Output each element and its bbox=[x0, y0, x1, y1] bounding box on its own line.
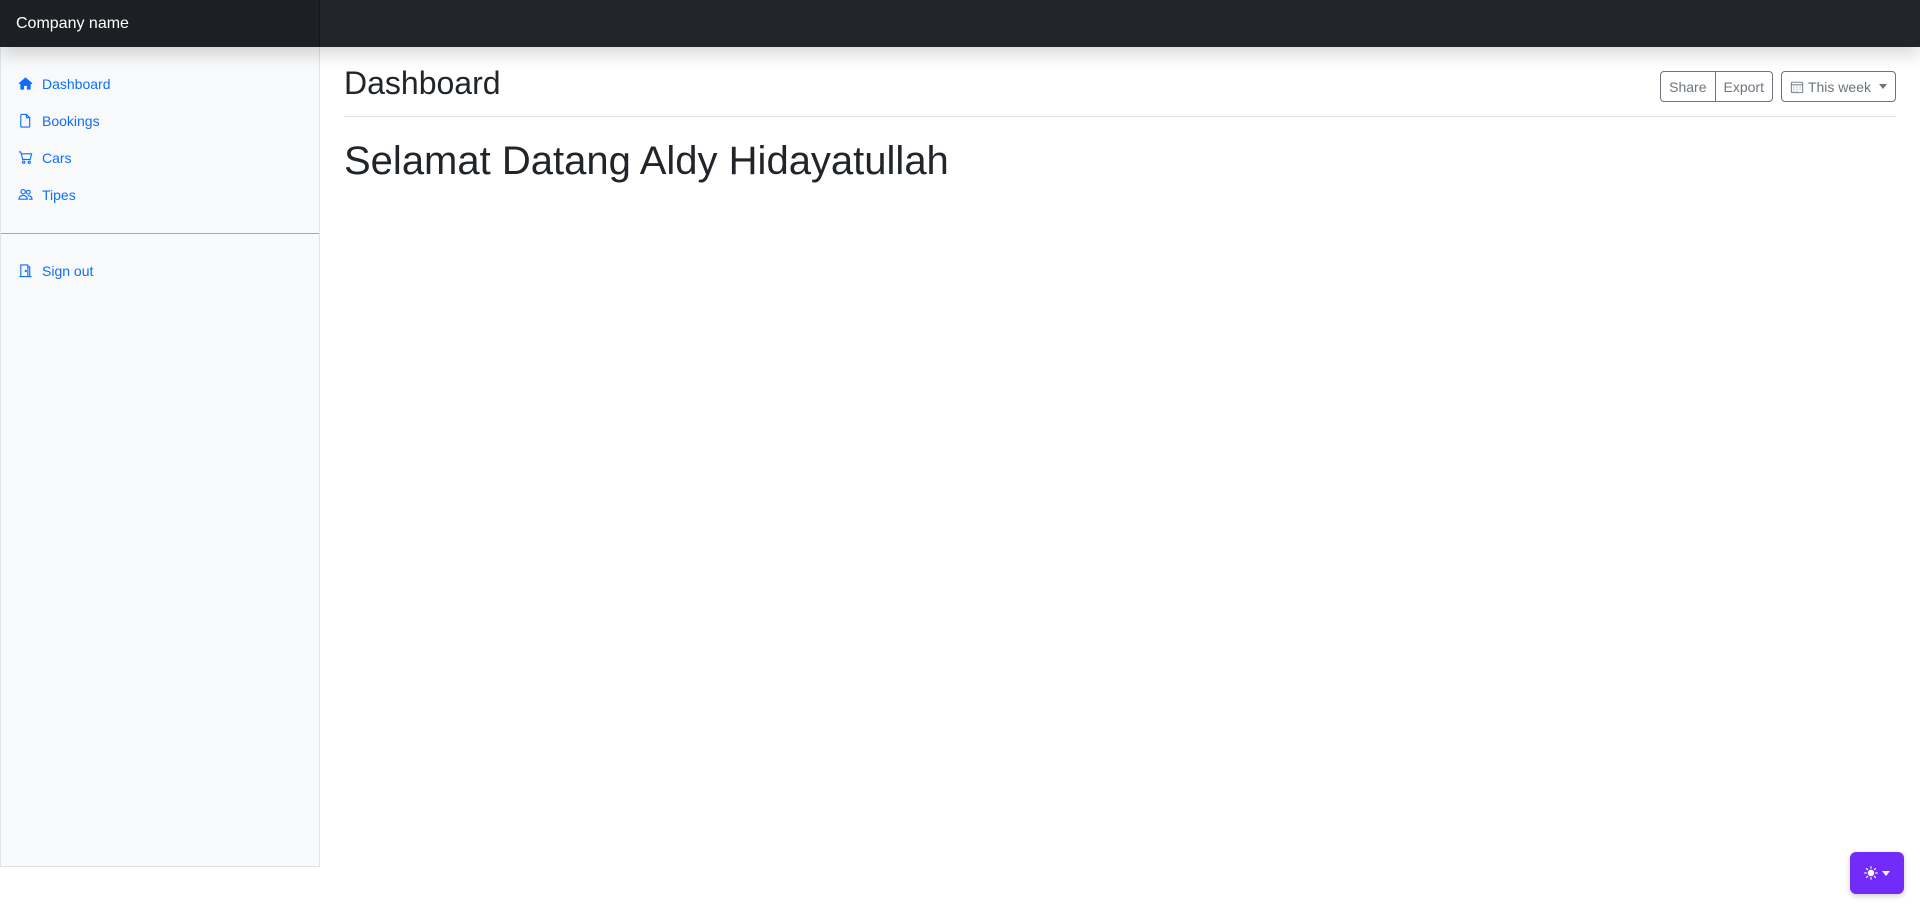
door-icon bbox=[19, 264, 32, 278]
period-dropdown-button[interactable]: This week bbox=[1780, 71, 1896, 102]
top-navbar: Company name bbox=[0, 0, 1920, 47]
sidebar: Dashboard Bookings Cars Tipes Sign out bbox=[0, 47, 320, 867]
sidebar-item-dashboard[interactable]: Dashboard bbox=[1, 65, 319, 102]
sidebar-item-cars[interactable]: Cars bbox=[1, 139, 319, 176]
share-export-group: Share Export bbox=[1660, 71, 1773, 102]
theme-toggle-button[interactable] bbox=[1850, 852, 1904, 894]
sun-icon bbox=[1864, 866, 1878, 880]
sidebar-item-label: Tipes bbox=[42, 186, 76, 203]
sign-out-link[interactable]: Sign out bbox=[1, 252, 319, 289]
people-icon bbox=[18, 188, 33, 200]
sidebar-item-label: Cars bbox=[42, 149, 72, 166]
cart-icon bbox=[18, 151, 33, 164]
brand-link[interactable]: Company name bbox=[0, 0, 320, 47]
period-label: This week bbox=[1807, 78, 1871, 95]
sidebar-nav: Dashboard Bookings Cars Tipes bbox=[1, 47, 319, 213]
main-content: Dashboard Share Export This week Selamat… bbox=[344, 47, 1896, 185]
sidebar-item-tipes[interactable]: Tipes bbox=[1, 176, 319, 213]
toolbar: Share Export This week bbox=[1660, 71, 1896, 102]
sidebar-item-label: Dashboard bbox=[42, 75, 111, 92]
sidebar-divider bbox=[1, 233, 319, 234]
chevron-down-icon bbox=[1882, 870, 1890, 876]
welcome-heading: Selamat Datang Aldy Hidayatullah bbox=[344, 139, 949, 183]
share-button[interactable]: Share bbox=[1660, 71, 1716, 102]
sign-out-label: Sign out bbox=[42, 262, 94, 279]
sidebar-item-bookings[interactable]: Bookings bbox=[1, 102, 319, 139]
sidebar-item-label: Bookings bbox=[42, 112, 100, 129]
calendar-icon bbox=[1790, 81, 1804, 93]
chevron-down-icon bbox=[1879, 84, 1887, 89]
file-icon bbox=[20, 113, 31, 128]
page-header: Dashboard Share Export This week bbox=[344, 47, 1896, 117]
export-button[interactable]: Export bbox=[1714, 71, 1773, 102]
page-title: Dashboard bbox=[344, 65, 501, 101]
house-icon bbox=[18, 77, 33, 90]
sidebar-secondary-nav: Sign out bbox=[1, 252, 319, 289]
